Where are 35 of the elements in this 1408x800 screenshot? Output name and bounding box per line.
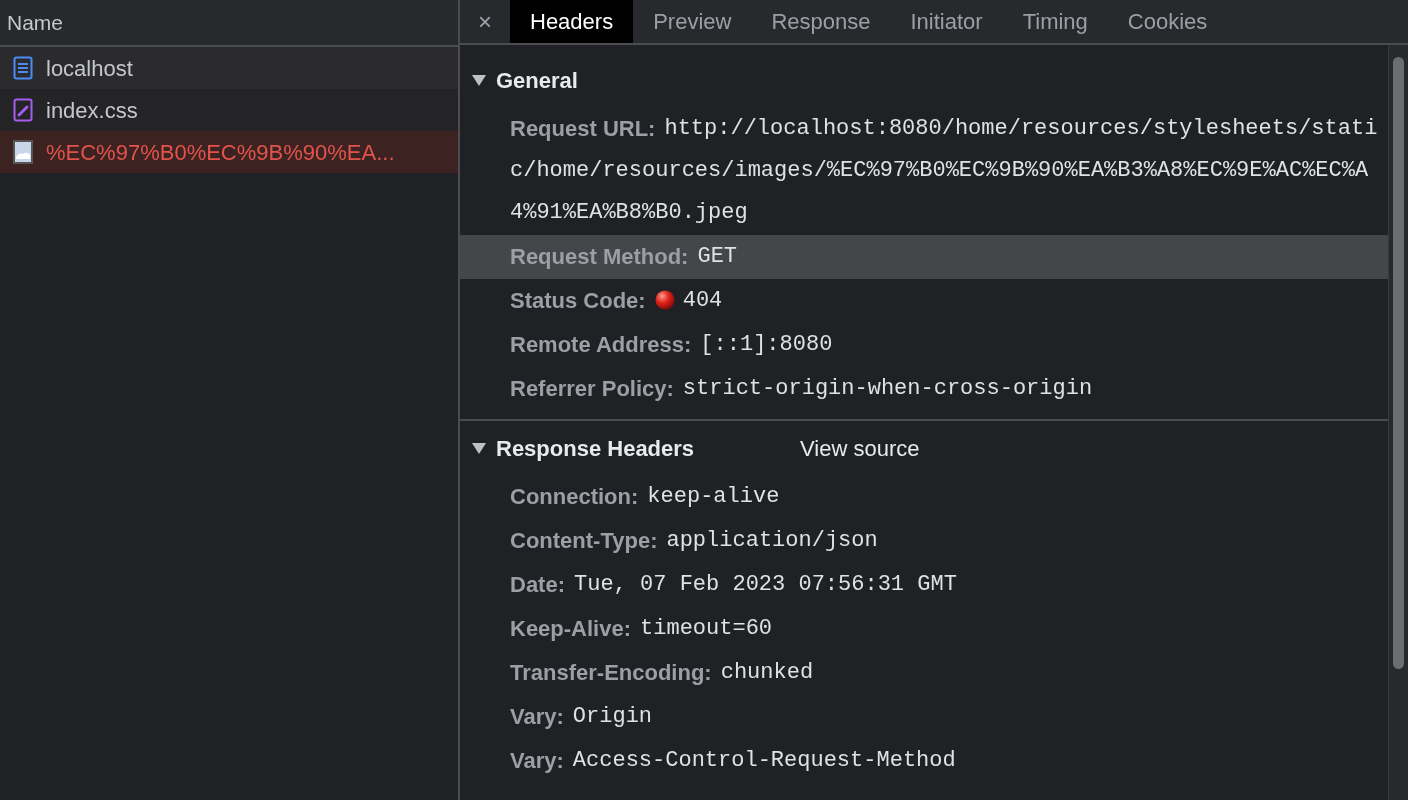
disclosure-triangle-icon[interactable] <box>472 442 486 454</box>
tab[interactable]: Initiator <box>890 0 1003 43</box>
tab[interactable]: Response <box>751 0 891 43</box>
header-row-text: Date: Tue, 07 Feb 2023 07:56:31 GMT <box>509 571 958 599</box>
tab[interactable]: Timing <box>1002 0 1108 43</box>
stylesheet-icon <box>13 98 33 122</box>
header-row-text: Status Code: 404 <box>509 287 724 315</box>
header-row: Request Method: GET <box>460 235 1388 279</box>
header-row-text: Connection: keep-alive <box>509 483 781 511</box>
image-icon <box>13 140 33 164</box>
request-row[interactable]: %EC%97%B0%EC%9B%90%EA... <box>0 131 458 173</box>
header-row-text: Request URL: http://localhost:8080/home/resources/stylesheets/static/home/resources/images/%EC%97%B0%EC%9B%90%EA%B3%A8%EC%9E%AC%EC%A4%91%EA%B8%B0.jpeg <box>509 115 1379 227</box>
header-row-text: Vary: Origin <box>509 703 654 731</box>
view-source-link[interactable]: View source <box>800 431 920 465</box>
header-row-text: Keep-Alive: timeout=60 <box>509 615 774 643</box>
close-button[interactable]: × <box>460 0 510 43</box>
header-row-text: Content-Type: application/json <box>509 527 879 555</box>
header-row-text: Vary: Access-Control-Request-Method <box>509 747 957 775</box>
request-name: index.css <box>46 96 138 125</box>
header-row-text: Remote Address: [::1]:8080 <box>509 331 834 359</box>
request-row[interactable]: localhost <box>0 47 458 89</box>
disclosure-triangle-icon[interactable] <box>472 74 486 86</box>
document-icon <box>13 56 33 80</box>
tab[interactable]: Headers <box>510 0 634 43</box>
scrollbar-thumb[interactable] <box>1393 57 1404 669</box>
request-row[interactable]: index.css <box>0 89 458 131</box>
header-row-text: Transfer-Encoding: chunked <box>509 659 815 687</box>
tab[interactable]: Cookies <box>1107 0 1228 43</box>
header-row-text: Referrer Policy: strict-origin-when-cross-origin <box>509 375 1094 403</box>
section-title[interactable]: Response Headers <box>496 431 695 465</box>
tab[interactable]: Preview <box>633 0 752 43</box>
column-header[interactable]: Name <box>0 0 458 47</box>
section-title[interactable]: General <box>496 63 578 97</box>
request-name: %EC%97%B0%EC%9B%90%EA... <box>46 138 395 167</box>
request-name: localhost <box>46 54 133 83</box>
